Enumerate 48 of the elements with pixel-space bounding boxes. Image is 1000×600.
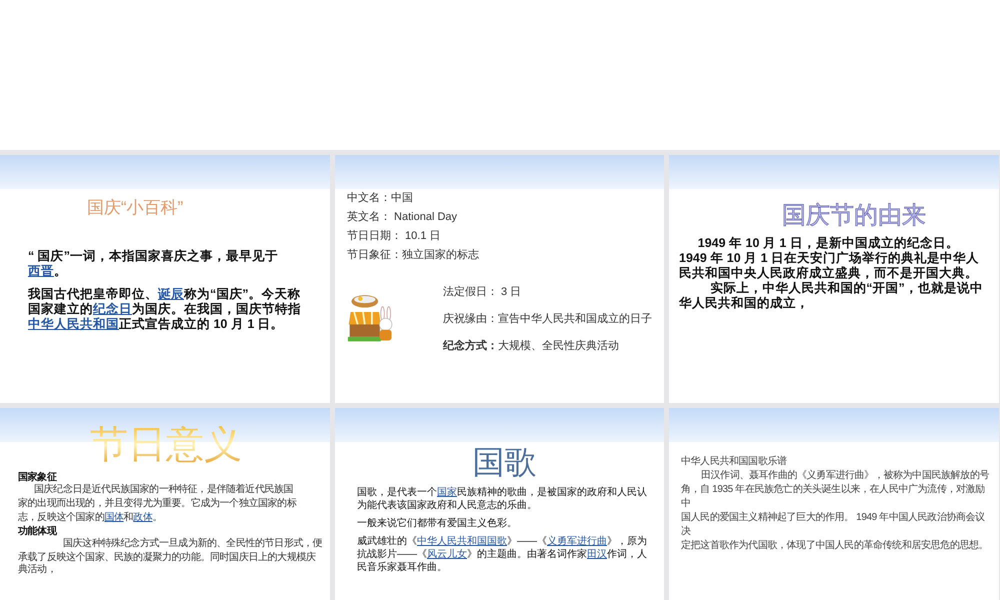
text-line: 决 [681, 526, 692, 537]
paragraph: “ 国庆”一词，本指国家喜庆之事，最早见于 西晋。 [28, 248, 279, 278]
text-line: 田汉作词、聂耳作曲的《义勇军进行曲》，被称为中国民族解放的号 [700, 470, 990, 481]
fact-text: 纪念方式：大规模、全民性庆典活动 [443, 338, 619, 354]
link[interactable]: 政体 [133, 512, 152, 523]
link[interactable]: 国家 [437, 487, 457, 498]
link[interactable]: 国体 [104, 512, 124, 523]
slide-thumbnail[interactable]: 国庆“小百科” “ 国庆”一词，本指国家喜庆之事，最早见于 西晋。 我国古代把皇帝即位、诞辰称为“国庆”。今天称国家建立的纪念日为国庆。在我国，国庆节特指 中华人民共和国正式宣告成立的 10 月 1 日。 [0, 155, 330, 403]
text-line: 家的出现而出现的，并且变得尤为重要。它成为一个独立国家的标 [18, 498, 298, 510]
fact-text: 中文名：中国 [347, 190, 413, 206]
fact-text: 节日象征：独立国家的标志 [347, 248, 479, 263]
link[interactable]: 风云儿女 [427, 549, 467, 560]
paragraph: 国歌，是代表一个国家民族精神的歌曲，是被国家的政府和人民认为能代表该国家政府和人民意志的乐曲。 [357, 486, 648, 512]
fact-text: 英文名： National Day [347, 210, 458, 225]
text-line: 志，反映这个国家的国体和政体。 [18, 512, 164, 524]
link[interactable]: 中华人民共和国 [28, 316, 119, 330]
text-line: 角，自 1935 年在民族危亡的关头诞生以来，在人民中广为流传，对激励 [681, 484, 986, 495]
text-line: 中 [681, 498, 692, 509]
paragraph: 一般来说它们都带有爱国主义色彩。 [357, 517, 518, 530]
section-heading: 功能体现 [18, 526, 56, 538]
slide-title: 国庆节的由来 [781, 201, 927, 231]
slide-title: 国庆“小百科” [86, 197, 184, 219]
link[interactable]: 义勇军进行曲 [547, 536, 607, 547]
section-heading: 国家象征 [18, 472, 56, 484]
link[interactable]: 西晋 [28, 264, 54, 278]
text-line: 国庆纪念日是近代民族国家的一种特征，是伴随着近代民族国 [33, 484, 294, 496]
slide-thumbnail[interactable]: 中文名：中国 英文名： National Day 节日日期： 10.1 日 节日象征：独立国家的标志 法定假日： 3 日 庆祝缘由：宣告中华人民共和国成立的日子 纪念方式：大规模、全民性庆典活动 [335, 155, 664, 403]
slide-thumbnail[interactable]: 国歌 国歌，是代表一个国家民族精神的歌曲，是被国家的政府和人民认为能代表该国家政府和人民意志的乐曲。 一般来说它们都带有爱国主义色彩。 威武雄壮的《中华人民共和国国歌》——《义勇军进行曲》，原为抗战影片——《风云儿女》的主题曲。由著名词作家田汉作词，人民音乐家聂耳作曲。 [335, 408, 664, 600]
link[interactable]: 田汉 [587, 549, 607, 560]
paragraph: 1949 年 10 月 1 日，是新中国成立的纪念日。 1949 年 10 月 1 日在天安门广场举行的典礼是中华人民共和国中央人民政府成立盛典，而不是开国大典。 [679, 236, 980, 281]
slide-title: 国歌 [472, 446, 538, 478]
slide-thumbnail[interactable]: 国庆节的由来 1949 年 10 月 1 日，是新中国成立的纪念日。 1949 年 10 月 1 日在天安门广场举行的典礼是中华人民共和国中央人民政府成立盛典，而不是开国大典。 实际上，中华人民共和国的“开国”，也就是说中华人民共和国的成立， [669, 155, 999, 403]
text-line: 国人民的爱国主义精神起了巨大的作用。 1949 年中国人民政治协商会议 [681, 512, 986, 523]
fact-text: 节日日期： 10.1 日 [347, 229, 441, 244]
text-line: 中华人民共和国国歌乐谱 [681, 456, 788, 467]
fact-text: 法定假日： 3 日 [443, 284, 522, 300]
slide-thumbnail[interactable]: 节日意义 国家象征 国庆纪念日是近代民族国家的一种特征，是伴随着近代民族国 家的出现而出现的，并且变得尤为重要。它成为一个独立国家的标 志，反映这个国家的国体和政体。 功能体现 国庆这种特殊纪念方式一旦成为新的、全民性的节日形式，便 承载了反映这个国家、民族的凝聚力的功能。同时国庆日上的大规模庆典活动， [0, 408, 330, 600]
text-line: 定把这首歌作为代国歌，体现了中国人民的革命传统和居安思危的思想。 [681, 540, 990, 551]
fact-text: 庆祝缘由：宣告中华人民共和国成立的日子 [443, 312, 652, 327]
paragraph: 威武雄壮的《中华人民共和国国歌》——《义勇军进行曲》，原为抗战影片——《风云儿女》的主题曲。由著名词作家田汉作词，人民音乐家聂耳作曲。 [357, 535, 648, 574]
paragraph: 实际上，中华人民共和国的“开国”，也就是说中华人民共和国的成立， [679, 281, 984, 311]
text-line: 承载了反映这个国家、民族的凝聚力的功能。同时国庆日上的大规模庆典活动， [18, 552, 317, 576]
slide-thumbnail[interactable]: 中华人民共和国国歌乐谱 田汉作词、聂耳作曲的《义勇军进行曲》，被称为中国民族解放的号 角，自 1935 年在民族危亡的关头诞生以来，在人民中广为流传，对激励 中 国人民的爱国主义精神起了巨大的作用。 1949 年中国人民政治协商会议 决 定把这首歌作为代国歌，体现了中国人民的革命传统和居安思危的思想。 [669, 408, 999, 600]
text-line: 国庆这种特殊纪念方式一旦成为新的、全民性的节日形式，便 [62, 538, 324, 550]
paragraph: 我国古代把皇帝即位、诞辰称为“国庆”。今天称国家建立的纪念日为国庆。在我国，国庆节特指 中华人民共和国正式宣告成立的 10 月 1 日。 [28, 286, 302, 332]
link[interactable]: 诞辰 [158, 286, 184, 300]
link[interactable]: 中华人民共和国国歌 [417, 536, 507, 547]
link[interactable]: 纪念日 [93, 302, 132, 316]
